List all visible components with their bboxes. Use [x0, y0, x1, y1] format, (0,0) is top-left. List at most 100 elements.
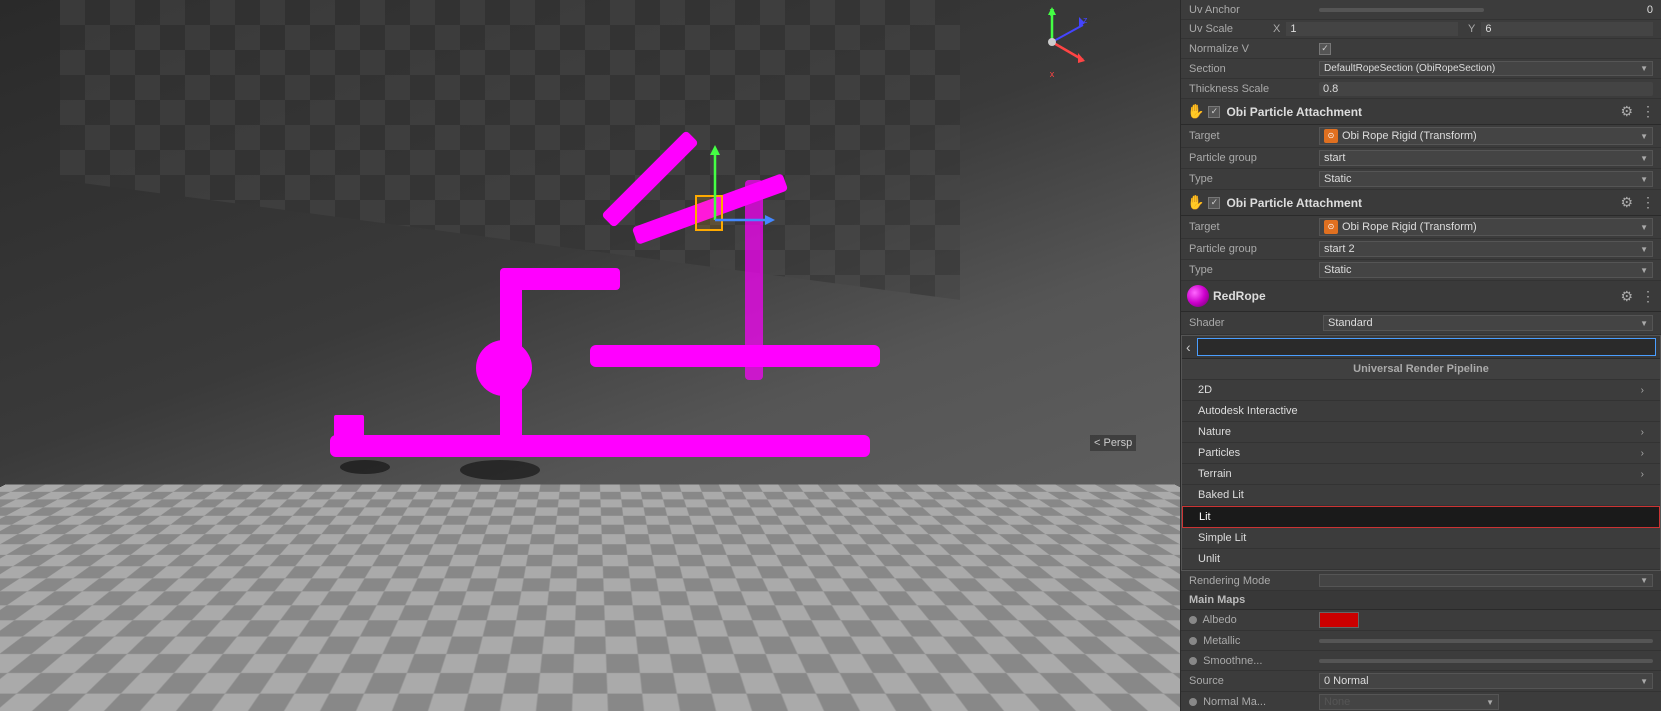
material-header: RedRope ⚙ ⋮: [1181, 281, 1661, 312]
rope-bottom-bar: [330, 435, 870, 457]
attachment-1-group-label: Particle group: [1189, 152, 1319, 164]
target-icon-2: ⊙: [1324, 220, 1338, 234]
attachment-2-target-label: Target: [1189, 221, 1319, 233]
main-maps-header: Main Maps: [1181, 591, 1661, 610]
dropdown-item-lit[interactable]: Lit: [1182, 506, 1660, 528]
shadow-blob-2: [340, 460, 390, 474]
attachment-1-group-row: Particle group start: [1181, 148, 1661, 169]
attachment-2-type-row: Type Static: [1181, 260, 1661, 281]
thickness-scale-label: Thickness Scale: [1189, 83, 1319, 95]
dropdown-category-label: Universal Render Pipeline: [1182, 359, 1660, 380]
attachment-2-group-row: Particle group start 2: [1181, 239, 1661, 260]
source-row: Source 0 Normal: [1181, 671, 1661, 692]
albedo-swatch[interactable]: [1319, 612, 1359, 628]
albedo-dot: [1189, 616, 1197, 624]
inspector-panel: Uv Anchor 0 Uv Scale X 1 Y 6 Normalize V…: [1180, 0, 1661, 711]
section-row: Section DefaultRopeSection (ObiRopeSecti…: [1181, 59, 1661, 79]
svg-text:z: z: [1083, 15, 1088, 25]
thickness-scale-row: Thickness Scale 0.8: [1181, 79, 1661, 99]
smoothness-dot: [1189, 657, 1197, 665]
attachment-2-settings-icon[interactable]: ⚙: [1620, 194, 1633, 211]
dropdown-item-terrain[interactable]: Terrain›: [1182, 464, 1660, 485]
material-menu-icon[interactable]: ⋮: [1641, 288, 1655, 305]
floor-checkerboard: [0, 485, 1180, 711]
normalize-v-checkbox[interactable]: ✓: [1319, 43, 1331, 55]
viewport[interactable]: x y z < Persp: [0, 0, 1180, 711]
back-arrow-icon[interactable]: ‹: [1186, 339, 1191, 355]
normal-map-row: Normal Ma... None: [1181, 692, 1661, 711]
target-icon-1: ⊙: [1324, 129, 1338, 143]
section-dropdown[interactable]: DefaultRopeSection (ObiRopeSection): [1319, 61, 1653, 76]
svg-text:y: y: [1050, 6, 1055, 16]
attachment-1-menu-icon[interactable]: ⋮: [1641, 103, 1655, 120]
uv-anchor-row: Uv Anchor 0: [1181, 0, 1661, 20]
shader-label: Shader: [1189, 317, 1319, 329]
attachment-1-target-dropdown[interactable]: ⊙Obi Rope Rigid (Transform): [1319, 127, 1653, 145]
dropdown-item-unlit[interactable]: Unlit: [1182, 549, 1660, 570]
normal-dot: [1189, 698, 1197, 706]
transform-gizmo: [660, 140, 780, 240]
shader-dropdown[interactable]: Standard: [1323, 315, 1653, 331]
shader-dropdown-overlay: ‹ Universal Render Pipeline 2D›Autodesk …: [1181, 335, 1661, 571]
attachment-1-title: Obi Particle Attachment: [1226, 105, 1616, 119]
uv-scale-label: Uv Scale: [1189, 23, 1269, 35]
attachment-1-type-label: Type: [1189, 173, 1319, 185]
attachment-1-group-dropdown[interactable]: start: [1319, 150, 1653, 166]
rendering-mode-dropdown[interactable]: [1319, 574, 1653, 587]
attachment-1-type-row: Type Static: [1181, 169, 1661, 190]
dropdown-item-simple-lit[interactable]: Simple Lit: [1182, 528, 1660, 549]
dropdown-item-nature[interactable]: Nature›: [1182, 422, 1660, 443]
uv-scale-x-label: X: [1273, 23, 1280, 35]
albedo-label: Albedo: [1189, 614, 1319, 626]
attachment-2-target-row: Target ⊙Obi Rope Rigid (Transform): [1181, 216, 1661, 239]
attachment-2-type-label: Type: [1189, 264, 1319, 276]
material-ball-icon: [1187, 285, 1209, 307]
attachment-2-checkbox[interactable]: ✓: [1208, 197, 1220, 209]
dropdown-item-baked-lit[interactable]: Baked Lit: [1182, 485, 1660, 506]
dropdown-item-particles[interactable]: Particles›: [1182, 443, 1660, 464]
smoothness-row: Smoothne...: [1181, 651, 1661, 671]
material-settings-icon[interactable]: ⚙: [1620, 288, 1633, 305]
uv-anchor-label: Uv Anchor: [1189, 4, 1319, 16]
svg-text:x: x: [1050, 69, 1055, 79]
rope-horizontal-top: [500, 268, 620, 290]
attachment-2-menu-icon[interactable]: ⋮: [1641, 194, 1655, 211]
attachment-2-type-dropdown[interactable]: Static: [1319, 262, 1653, 278]
thickness-scale-value[interactable]: 0.8: [1319, 82, 1653, 96]
attachment-2-group-dropdown[interactable]: start 2: [1319, 241, 1653, 257]
uv-scale-x-value[interactable]: 1: [1286, 22, 1458, 36]
attachment-1-target-label: Target: [1189, 130, 1319, 142]
uv-scale-y-value[interactable]: 6: [1481, 22, 1653, 36]
persp-label: < Persp: [1090, 435, 1136, 451]
normal-map-label: Normal Ma...: [1189, 696, 1319, 708]
attachment-1-target-row: Target ⊙Obi Rope Rigid (Transform): [1181, 125, 1661, 148]
rope-main-horizontal: [590, 345, 880, 367]
attachment-1-settings-icon[interactable]: ⚙: [1620, 103, 1633, 120]
rendering-mode-label: Rendering Mode: [1189, 575, 1319, 587]
source-dropdown[interactable]: 0 Normal: [1319, 673, 1653, 689]
uv-scale-row: Uv Scale X 1 Y 6: [1181, 20, 1661, 39]
attachment-2-title: Obi Particle Attachment: [1226, 196, 1616, 210]
albedo-row: Albedo: [1181, 610, 1661, 631]
gizmo-widget: x y z: [1015, 5, 1090, 80]
material-title: RedRope: [1213, 289, 1616, 303]
dropdown-item-autodesk-interactive[interactable]: Autodesk Interactive: [1182, 401, 1660, 422]
rope-circle: [476, 340, 532, 396]
hand-icon-1: ✋: [1187, 103, 1204, 120]
dropdown-item-2d[interactable]: 2D›: [1182, 380, 1660, 401]
obi-attachment-2-header: ✋ ✓ Obi Particle Attachment ⚙ ⋮: [1181, 190, 1661, 216]
uv-scale-y-label: Y: [1468, 23, 1475, 35]
attachment-1-checkbox[interactable]: ✓: [1208, 106, 1220, 118]
section-label: Section: [1189, 63, 1319, 75]
attachment-1-type-dropdown[interactable]: Static: [1319, 171, 1653, 187]
attachment-2-target-dropdown[interactable]: ⊙Obi Rope Rigid (Transform): [1319, 218, 1653, 236]
metallic-label: Metallic: [1189, 635, 1319, 647]
source-label: Source: [1189, 675, 1319, 687]
rendering-mode-row: Rendering Mode: [1181, 571, 1661, 591]
rope-square: [334, 415, 364, 445]
normal-map-dropdown[interactable]: None: [1319, 694, 1499, 710]
metallic-row: Metallic: [1181, 631, 1661, 651]
shadow-blob-1: [460, 460, 540, 480]
shader-row: Shader Standard: [1181, 312, 1661, 335]
shader-search-input[interactable]: [1197, 338, 1656, 356]
